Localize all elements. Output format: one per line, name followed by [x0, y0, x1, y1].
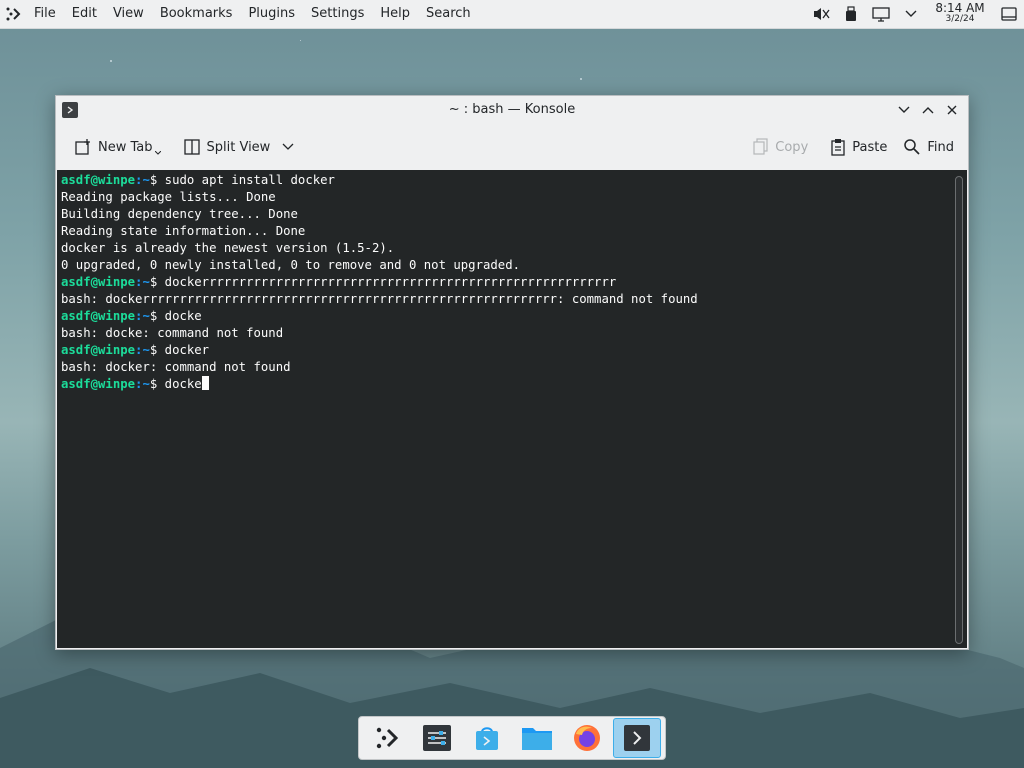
top-panel: File Edit View Bookmarks Plugins Setting…: [0, 0, 1024, 29]
new-tab-icon: [75, 139, 90, 155]
terminal-command-line: asdf@winpe:~$ dockerrrrrrrrrrrrrrrrrrrrr…: [61, 274, 698, 291]
terminal-command-text: $ sudo apt install docker: [149, 173, 335, 187]
terminal-output-text: bash: dockerrrrrrrrrrrrrrrrrrrrrrrrrrrrr…: [61, 292, 698, 306]
split-view-button[interactable]: Split View: [177, 132, 307, 162]
terminal-output-text: bash: docke: command not found: [61, 326, 284, 340]
paste-icon: [831, 139, 845, 156]
system-tray: 8:14 AM 3/2/24: [806, 0, 1024, 28]
terminal-output-line: Building dependency tree... Done: [61, 206, 698, 223]
discover-store-icon[interactable]: [463, 718, 511, 758]
copy-button[interactable]: Copy: [747, 132, 814, 162]
terminal-prompt-path: :~: [135, 275, 150, 289]
new-tab-button[interactable]: New Tab: [68, 132, 173, 162]
terminal-output-text: Reading state information... Done: [61, 224, 306, 238]
terminal-prompt: asdf@winpe: [61, 275, 136, 289]
show-desktop-icon[interactable]: [994, 0, 1024, 28]
minimize-button[interactable]: [892, 99, 916, 121]
terminal-command-text: $ dockerrrrrrrrrrrrrrrrrrrrrrrrrrrrrrrrr…: [149, 275, 617, 289]
terminal-output-line: Reading package lists... Done: [61, 189, 698, 206]
firefox-icon[interactable]: [563, 718, 611, 758]
terminal-scrollbar[interactable]: [955, 176, 963, 644]
copy-label: Copy: [775, 139, 809, 155]
terminal-output-line: bash: docke: command not found: [61, 325, 698, 342]
konsole-icon[interactable]: [613, 718, 661, 758]
terminal-output-text: bash: docker: command not found: [61, 360, 291, 374]
window-titlebar[interactable]: ~ : bash — Konsole: [56, 96, 968, 124]
terminal-prompt: asdf@winpe: [61, 343, 136, 357]
terminal-command-line: asdf@winpe:~$ sudo apt install docker: [61, 172, 698, 189]
terminal-command-text: $ docker: [149, 343, 210, 357]
usb-drive-icon[interactable]: [836, 0, 866, 28]
window-title: ~ : bash — Konsole: [448, 102, 576, 117]
new-tab-label: New Tab: [98, 139, 153, 155]
find-button[interactable]: Find: [897, 132, 960, 162]
menu-view[interactable]: View: [105, 0, 152, 28]
terminal-prompt-path: :~: [135, 343, 150, 357]
menu-file[interactable]: File: [26, 0, 64, 28]
terminal-cursor: [201, 376, 209, 390]
terminal-prompt-path: :~: [135, 173, 150, 187]
terminal-command-text: $ docke: [149, 377, 202, 391]
terminal-prompt: asdf@winpe: [61, 173, 136, 187]
terminal-output-line: docker is already the newest version (1.…: [61, 240, 698, 257]
terminal-command-line: asdf@winpe:~$ docke: [61, 308, 698, 325]
clock-time: 8:14 AM: [935, 1, 985, 15]
terminal-output-line: bash: docker: command not found: [61, 359, 698, 376]
clock-date: 3/2/24: [945, 14, 975, 24]
chevron-down-icon: [282, 143, 294, 150]
system-settings-icon[interactable]: [413, 718, 461, 758]
terminal-output-line: Reading state information... Done: [61, 223, 698, 240]
terminal-output: asdf@winpe:~$ sudo apt install docker Rea…: [61, 172, 698, 393]
terminal-command-text: $ docke: [149, 309, 202, 323]
terminal-view[interactable]: asdf@winpe:~$ sudo apt install docker Rea…: [57, 170, 967, 648]
terminal-command-line: asdf@winpe:~$ docke: [61, 376, 698, 393]
taskbar: [358, 716, 666, 760]
menu-edit[interactable]: Edit: [64, 0, 105, 28]
menu-settings[interactable]: Settings: [303, 0, 372, 28]
terminal-output-text: Building dependency tree... Done: [61, 207, 298, 221]
close-button[interactable]: [940, 99, 964, 121]
maximize-button[interactable]: [916, 99, 940, 121]
paste-button[interactable]: Paste: [824, 132, 893, 162]
app-launcher-icon[interactable]: [0, 0, 26, 28]
menu-help[interactable]: Help: [372, 0, 418, 28]
terminal-prompt: asdf@winpe: [61, 309, 136, 323]
menu-search[interactable]: Search: [418, 0, 479, 28]
terminal-prompt: asdf@winpe: [61, 377, 136, 391]
menu-bookmarks[interactable]: Bookmarks: [152, 0, 241, 28]
copy-icon: [753, 138, 768, 155]
display-icon[interactable]: [866, 0, 896, 28]
find-label: Find: [927, 139, 954, 155]
terminal-prompt-path: :~: [135, 377, 150, 391]
app-launcher-icon[interactable]: [363, 718, 411, 758]
paste-label: Paste: [852, 139, 888, 155]
terminal-output-line: bash: dockerrrrrrrrrrrrrrrrrrrrrrrrrrrrr…: [61, 291, 698, 308]
file-manager-icon[interactable]: [513, 718, 561, 758]
terminal-command-line: asdf@winpe:~$ docker: [61, 342, 698, 359]
window-toolbar: New Tab Split View Copy Paste Find: [56, 124, 968, 170]
chevron-down-icon[interactable]: [896, 0, 926, 28]
split-view-label: Split View: [206, 139, 271, 155]
split-view-icon: [183, 139, 200, 155]
terminal-output-text: docker is already the newest version (1.…: [61, 241, 395, 255]
terminal-output-text: Reading package lists... Done: [61, 190, 276, 204]
terminal-output-line: 0 upgraded, 0 newly installed, 0 to remo…: [61, 257, 698, 274]
clock[interactable]: 8:14 AM 3/2/24: [932, 1, 988, 25]
search-icon: [904, 139, 920, 155]
konsole-window: ~ : bash — Konsole New Tab Split View Co…: [55, 95, 969, 650]
terminal-output-text: 0 upgraded, 0 newly installed, 0 to remo…: [61, 258, 521, 272]
terminal-prompt-path: :~: [135, 309, 150, 323]
audio-muted-icon[interactable]: [806, 0, 836, 28]
menu-plugins[interactable]: Plugins: [240, 0, 303, 28]
